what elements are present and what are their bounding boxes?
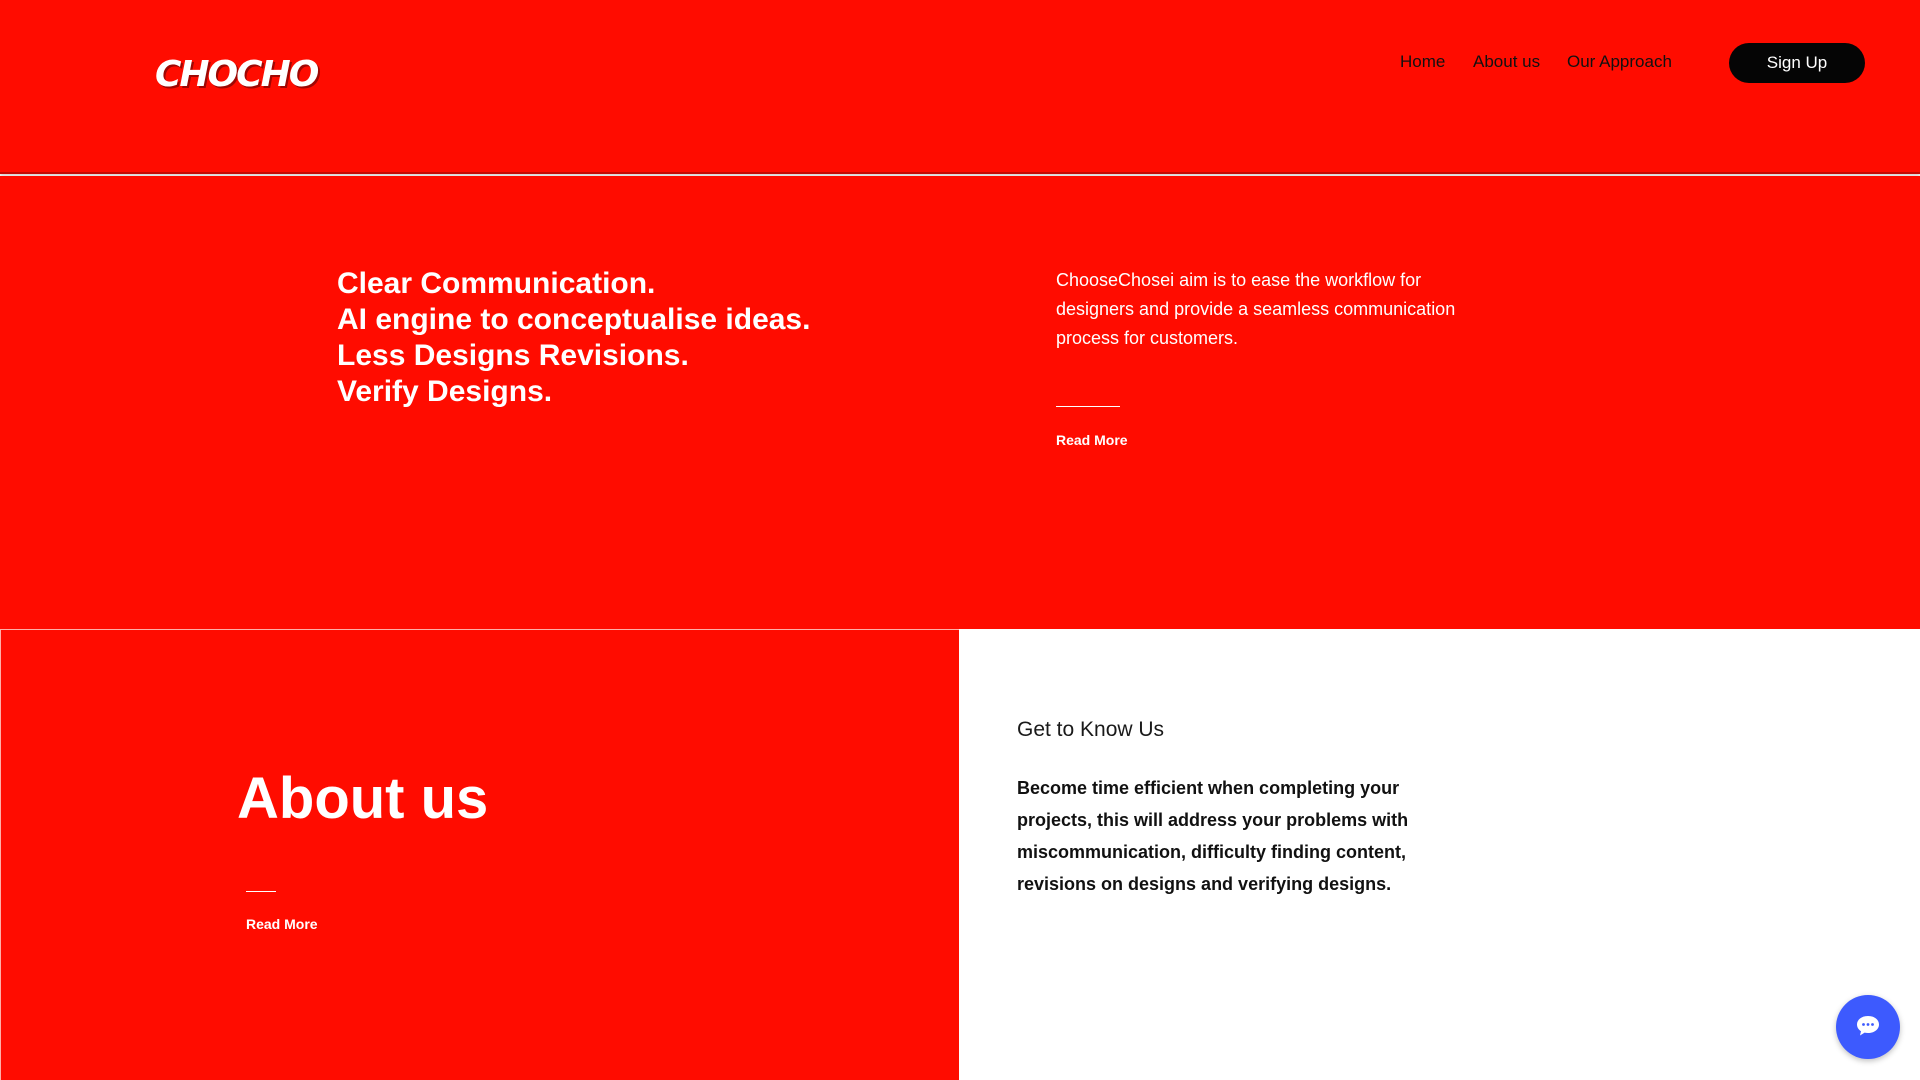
hero-headline: Clear Communication. AI engine to concep… [337, 266, 810, 410]
get-to-know-heading: Get to Know Us [1017, 718, 1165, 741]
nav-home[interactable]: Home [1400, 52, 1445, 72]
hero-line: AI engine to conceptualise ideas. [337, 303, 811, 336]
get-to-know-panel: Get to Know Us Become time efficient whe… [959, 629, 1920, 1080]
nav-about-us[interactable]: About us [1473, 52, 1540, 72]
about-panel: About us Read More [0, 629, 959, 1080]
hero-read-more-link[interactable]: Read More [1056, 432, 1128, 448]
hero-line: Less Designs Revisions. [337, 339, 689, 372]
chat-bubble-icon [1857, 1016, 1879, 1036]
divider [246, 891, 276, 892]
get-to-know-body: Become time efficient when completing yo… [1017, 778, 1409, 894]
about-title: About us [237, 766, 489, 831]
divider [1056, 406, 1120, 407]
hero-description: ChooseChosei aim is to ease the workflow… [1056, 270, 1456, 348]
hero-line: Verify Designs. [337, 375, 553, 408]
hero-section: Clear Communication. AI engine to concep… [0, 176, 1920, 629]
sign-up-button[interactable]: Sign Up [1729, 43, 1865, 83]
site-header: CHOCHO Home About us Our Approach Sign U… [0, 0, 1920, 174]
logo[interactable]: CHOCHO [155, 54, 319, 95]
chat-button[interactable] [1836, 995, 1900, 1059]
about-read-more-link[interactable]: Read More [246, 916, 318, 932]
nav-our-approach[interactable]: Our Approach [1567, 52, 1672, 72]
hero-line: Clear Communication. [337, 267, 656, 300]
